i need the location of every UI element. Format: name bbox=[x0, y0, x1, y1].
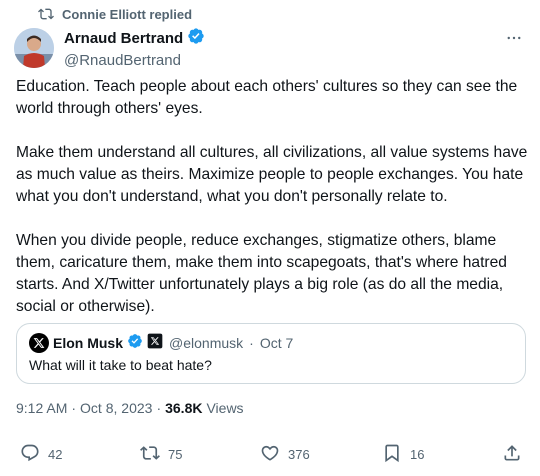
author-handle[interactable]: @RnaudBertrand bbox=[64, 52, 205, 69]
like-button[interactable]: 376 bbox=[260, 440, 310, 468]
verified-badge-icon bbox=[127, 333, 143, 354]
reply-button[interactable]: 42 bbox=[20, 440, 62, 468]
separator-dot: · bbox=[71, 400, 77, 416]
quoted-date[interactable]: Oct 7 bbox=[260, 335, 293, 351]
tweet-time[interactable]: 9:12 AM bbox=[16, 400, 67, 416]
tweet-text: Education. Teach people about each other… bbox=[16, 76, 528, 340]
like-count: 376 bbox=[288, 446, 310, 462]
separator-dot: · bbox=[156, 400, 162, 416]
share-button[interactable] bbox=[502, 440, 522, 468]
tweet-date[interactable]: Oct 8, 2023 bbox=[80, 400, 152, 416]
tweet-paragraph: When you divide people, reduce exchanges… bbox=[16, 232, 507, 315]
social-context[interactable]: Connie Elliott replied bbox=[38, 4, 192, 24]
reply-icon bbox=[20, 443, 40, 466]
share-icon bbox=[502, 443, 522, 466]
x-logo-icon bbox=[147, 333, 163, 354]
author-name[interactable]: Arnaud Bertrand bbox=[64, 30, 183, 47]
verified-badge-icon bbox=[187, 27, 205, 50]
bookmark-icon bbox=[382, 443, 402, 466]
quoted-tweet[interactable]: Elon Musk @elonmusk · Oct 7 What will it… bbox=[16, 323, 526, 384]
quoted-author-name: Elon Musk bbox=[53, 335, 124, 351]
bookmark-count: 16 bbox=[410, 446, 425, 462]
views-label: Views bbox=[206, 400, 244, 416]
views-count: 36.8K bbox=[165, 400, 203, 416]
tweet-meta: 9:12 AM · Oct 8, 2023 · 36.8K Views bbox=[16, 400, 244, 416]
action-bar: 42 75 376 16 bbox=[14, 440, 526, 468]
repost-button[interactable]: 75 bbox=[140, 440, 182, 468]
quoted-author-handle: @elonmusk bbox=[169, 335, 244, 351]
repost-icon bbox=[38, 6, 54, 22]
social-context-label: Connie Elliott replied bbox=[62, 6, 193, 22]
reply-count: 42 bbox=[48, 446, 63, 462]
quoted-avatar[interactable] bbox=[29, 333, 49, 353]
repost-count: 75 bbox=[168, 446, 183, 462]
repost-icon bbox=[140, 443, 160, 466]
separator-dot: · bbox=[249, 335, 254, 351]
tweet-header: Arnaud Bertrand @RnaudBertrand bbox=[14, 24, 526, 72]
bookmark-button[interactable]: 16 bbox=[382, 440, 424, 468]
like-icon bbox=[260, 443, 280, 466]
quoted-text: What will it take to beat hate? bbox=[29, 357, 212, 373]
more-icon[interactable] bbox=[504, 30, 524, 46]
tweet-paragraph: Education. Teach people about each other… bbox=[16, 78, 518, 117]
tweet-paragraph: Make them understand all cultures, all c… bbox=[16, 144, 528, 205]
avatar[interactable] bbox=[14, 28, 54, 68]
